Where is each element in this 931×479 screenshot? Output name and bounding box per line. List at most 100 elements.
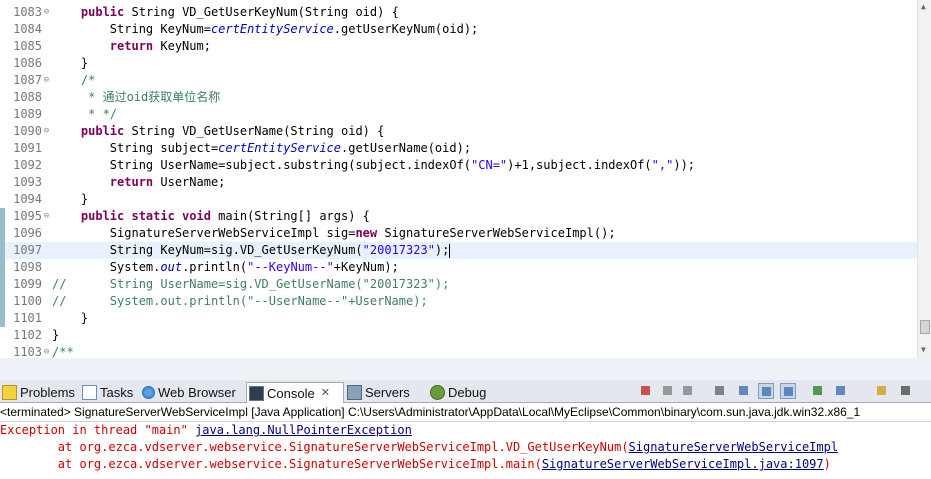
fold-toggle-icon[interactable]: ⊖ <box>42 208 51 225</box>
stack-trace-line: at org.ezca.vdserver.webservice.Signatur… <box>0 456 831 473</box>
open-console-icon <box>877 386 886 395</box>
clear-console-button[interactable] <box>712 383 728 399</box>
scroll-up-arrow-icon[interactable]: ▲ <box>921 2 926 11</box>
exception-line: Exception in thread "main" java.lang.Nul… <box>0 422 412 439</box>
code-line[interactable]: 1089 * */ <box>0 106 917 123</box>
stack-trace-line: at org.ezca.vdserver.webservice.Signatur… <box>0 439 838 456</box>
display-selected-console-icon <box>836 386 845 395</box>
code-line[interactable]: 1085 return KeyNum; <box>0 38 917 55</box>
code-line[interactable]: 1084 String KeyNum=certEntityService.get… <box>0 21 917 38</box>
code-text: * 通过oid获取单位名称 <box>52 89 220 106</box>
code-text: * */ <box>52 106 117 123</box>
close-icon[interactable]: ✕ <box>321 384 330 403</box>
code-token: String KeyNum= <box>52 22 211 36</box>
line-number: 1094 <box>13 192 42 206</box>
code-token: } <box>52 192 89 206</box>
code-token: +KeyNum); <box>333 260 399 274</box>
tab-problems[interactable]: Problems <box>0 382 77 402</box>
tab-label: Debug <box>448 384 487 400</box>
code-token: "CN=" <box>471 158 508 172</box>
minimize-view-button[interactable] <box>898 383 914 399</box>
code-line[interactable]: 1093 return UserName; <box>0 174 917 191</box>
code-line[interactable]: 1102} <box>0 327 917 344</box>
code-line[interactable]: 1099 // String UserName=sig.VD_GetUserNam… <box>0 276 917 293</box>
exception-class-link[interactable]: java.lang.NullPointerException <box>195 423 412 437</box>
word-wrap-icon <box>762 387 771 396</box>
line-number: 1083 <box>13 5 42 19</box>
code-token: SignatureServerWebServiceImpl sig= <box>52 226 356 240</box>
editor-vertical-scrollbar[interactable]: ▲ ▼ <box>917 0 931 358</box>
fold-toggle-icon[interactable]: ⊖ <box>42 4 51 21</box>
stack-trace-link[interactable]: SignatureServerWebServiceImpl <box>629 440 839 454</box>
code-line[interactable]: 1092 String UserName=subject.substring(s… <box>0 157 917 174</box>
code-token: new <box>355 226 378 240</box>
code-line[interactable]: 1086 } <box>0 55 917 72</box>
terminate-button[interactable] <box>638 383 654 399</box>
code-text: String KeyNum=sig.VD_GetUserKeyNum("2001… <box>52 242 451 259</box>
tab-debug[interactable]: Debug <box>428 382 494 402</box>
open-console-button[interactable] <box>874 383 890 399</box>
remove-all-terminated-button[interactable] <box>680 383 696 399</box>
show-console-button[interactable] <box>780 383 796 399</box>
word-wrap-button[interactable] <box>758 383 774 399</box>
remove-launch-button[interactable] <box>660 383 676 399</box>
tab-servers[interactable]: Servers <box>345 382 425 402</box>
tab-web-browser[interactable]: Web Browser <box>140 382 244 402</box>
console-output[interactable]: Exception in thread "main" java.lang.Nul… <box>0 422 931 479</box>
display-selected-console-button[interactable] <box>833 383 849 399</box>
code-token: /** <box>52 345 74 358</box>
scroll-lock-icon <box>739 386 748 395</box>
pin-console-button[interactable] <box>810 383 826 399</box>
line-number: 1102 <box>13 328 42 342</box>
code-text: // System.out.println("--UserName--"+Use… <box>52 293 428 310</box>
code-line[interactable]: 1100 // System.out.println("--UserName--"… <box>0 293 917 310</box>
code-token: // String UserName=sig.VD_GetUserName("2… <box>52 277 450 291</box>
code-token: public static void <box>80 209 211 223</box>
fold-toggle-icon[interactable]: ⊖ <box>42 123 51 140</box>
line-number: 1086 <box>13 56 42 70</box>
code-line[interactable]: 1098 System.out.println("--KeyNum--"+Key… <box>0 259 917 276</box>
scrollbar-thumb[interactable] <box>920 320 930 334</box>
code-token: return <box>109 39 154 53</box>
code-line[interactable]: 1095 ⊖ public static void main(String[] a… <box>0 208 917 225</box>
code-text: // String UserName=sig.VD_GetUserName("2… <box>52 276 449 293</box>
code-token: * */ <box>52 107 118 121</box>
code-token: System. <box>52 260 161 274</box>
code-line[interactable]: 1087 ⊖ /* <box>0 72 917 89</box>
code-token: "," <box>651 158 674 172</box>
code-text: SignatureServerWebServiceImpl sig=new Si… <box>52 225 616 242</box>
code-token: } <box>52 328 60 342</box>
code-line[interactable]: 1101 } <box>0 310 917 327</box>
tasks-icon <box>82 384 97 400</box>
tab-tasks[interactable]: Tasks <box>80 382 138 402</box>
code-line[interactable]: 1083 ⊖ public String VD_GetUserKeyNum(Str… <box>0 4 917 21</box>
fold-toggle-icon[interactable]: ⊖ <box>42 344 51 358</box>
code-token: String VD_GetUserName(String oid) { <box>124 124 385 138</box>
stack-trace-link[interactable]: SignatureServerWebServiceImpl.java:1097 <box>542 457 824 471</box>
tab-console[interactable]: Console ✕ <box>246 382 344 403</box>
fold-toggle-icon[interactable]: ⊖ <box>42 72 51 89</box>
code-token: UserName; <box>153 175 226 189</box>
scroll-down-arrow-icon[interactable]: ▼ <box>921 345 926 354</box>
code-line[interactable]: 1103 ⊖/** <box>0 344 917 358</box>
code-line[interactable]: 1091 String subject=certEntityService.ge… <box>0 140 917 157</box>
code-line[interactable]: 1097 String KeyNum=sig.VD_GetUserKeyNum(… <box>0 242 917 259</box>
code-line[interactable]: 1094 } <box>0 191 917 208</box>
stack-trace-text: at org.ezca.vdserver.webservice.Signatur… <box>0 457 542 471</box>
code-line[interactable]: 1088 * 通过oid获取单位名称 <box>0 89 917 106</box>
code-token: /* <box>52 73 96 87</box>
tab-label: Console <box>267 385 315 401</box>
code-line[interactable]: 1090 ⊖ public String VD_GetUserName(Strin… <box>0 123 917 140</box>
line-number: 1087 <box>13 73 42 87</box>
code-text: String KeyNum=certEntityService.getUserK… <box>52 21 478 38</box>
code-token: certEntityService <box>210 22 334 36</box>
code-line[interactable]: 1096 SignatureServerWebServiceImpl sig=n… <box>0 225 917 242</box>
line-number: 1096 <box>13 226 42 240</box>
code-token: // System.out.println("--UserName--"+Use… <box>52 294 428 308</box>
code-editor[interactable]: 1083 ⊖ public String VD_GetUserKeyNum(Str… <box>0 0 917 358</box>
remove-all-terminated-icon <box>683 386 692 395</box>
line-number: 1100 <box>13 294 42 308</box>
code-text: public static void main(String[] args) { <box>52 208 370 225</box>
scroll-lock-button[interactable] <box>736 383 752 399</box>
